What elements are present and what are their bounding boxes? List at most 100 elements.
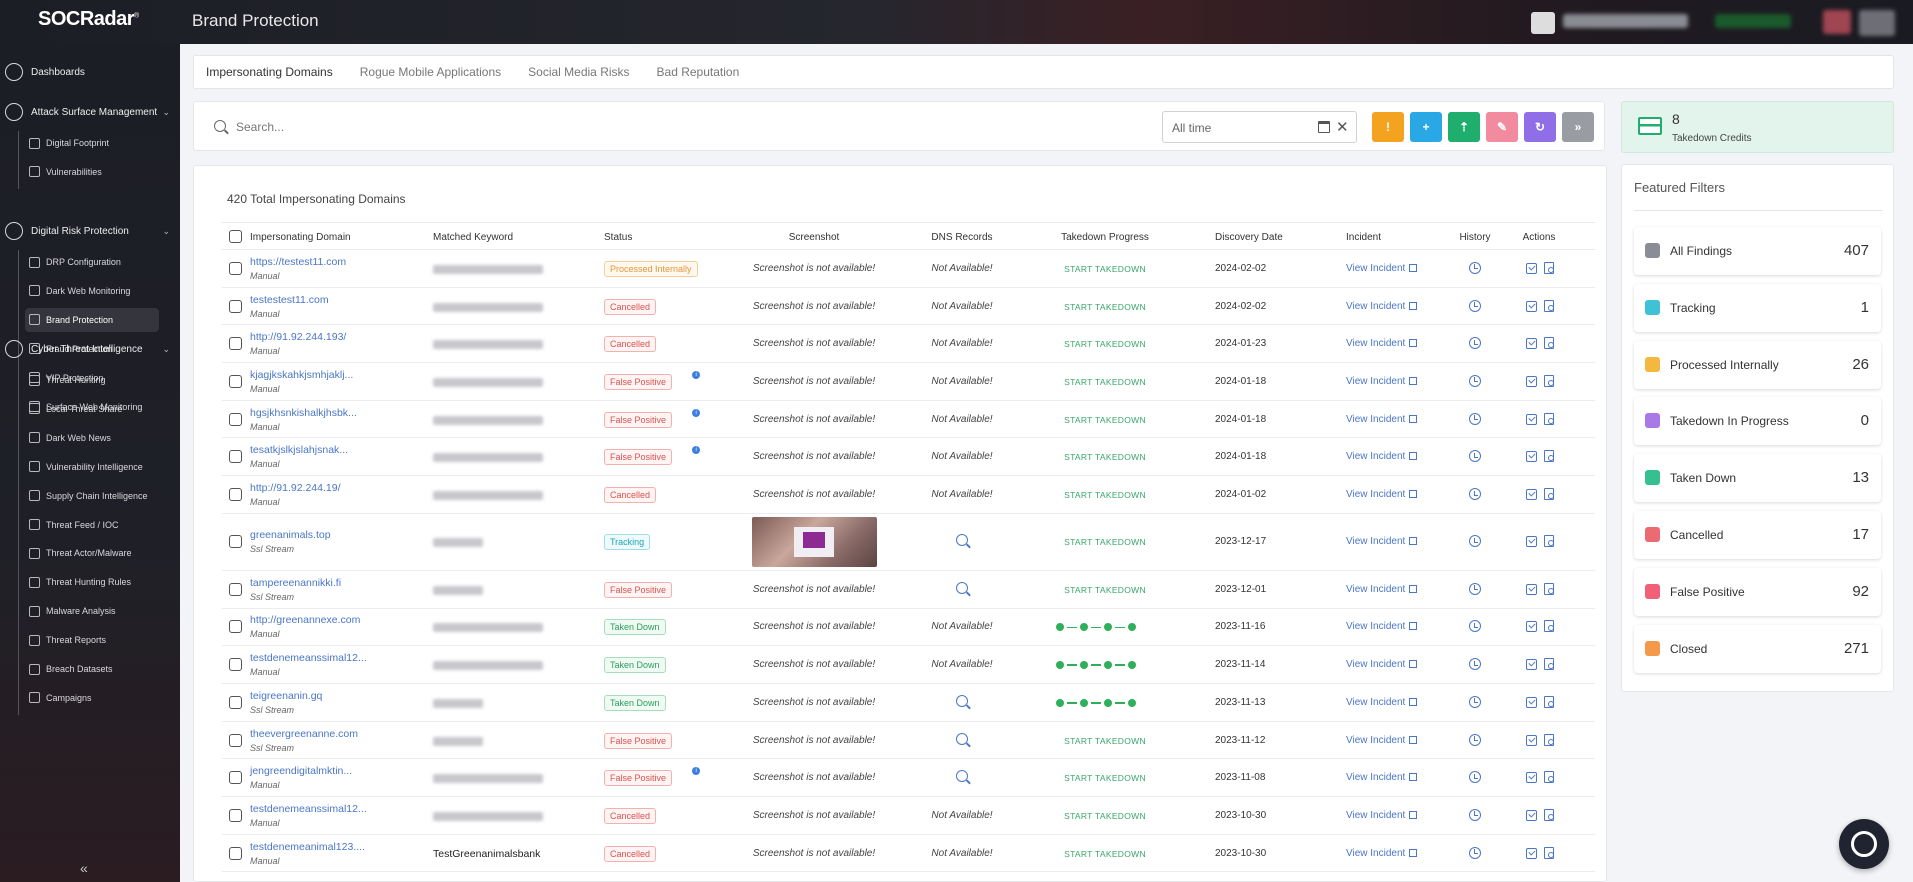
mark-reviewed-icon[interactable]: [1526, 621, 1537, 633]
sidebar-item-vulnerability-intelligence[interactable]: Vulnerability Intelligence: [25, 455, 159, 479]
document-search-icon[interactable]: [1544, 299, 1554, 312]
tab-impersonating-domains[interactable]: Impersonating Domains: [206, 65, 333, 79]
document-search-icon[interactable]: [1544, 695, 1554, 708]
dns-zoom-icon[interactable]: [956, 732, 968, 745]
mark-reviewed-icon[interactable]: [1526, 262, 1537, 274]
row-checkbox[interactable]: [229, 374, 242, 388]
domain-link[interactable]: testestest11.com: [250, 294, 329, 306]
row-checkbox[interactable]: [229, 808, 242, 822]
domain-link[interactable]: testdenemeanimal123....: [250, 841, 365, 853]
date-range-picker[interactable]: All time ✕: [1162, 111, 1357, 143]
chevron-down-icon[interactable]: ⌄: [162, 107, 170, 118]
row-checkbox[interactable]: [229, 733, 242, 747]
mark-reviewed-icon[interactable]: [1526, 583, 1537, 595]
settings-icon[interactable]: [1859, 10, 1895, 36]
domain-link[interactable]: jengreendigitalmktin...: [250, 765, 352, 777]
expand-button[interactable]: »: [1562, 112, 1594, 142]
sidebar-item-supply-chain-intelligence[interactable]: Supply Chain Intelligence: [25, 484, 159, 508]
column-header-screenshot[interactable]: Screenshot: [789, 232, 840, 243]
sidebar-item-vulnerabilities[interactable]: Vulnerabilities: [25, 160, 159, 184]
sidebar-item-threat-actor-malware[interactable]: Threat Actor/Malware: [25, 541, 159, 565]
row-checkbox[interactable]: [229, 658, 242, 672]
info-icon[interactable]: i: [692, 446, 701, 455]
mark-reviewed-icon[interactable]: [1526, 338, 1537, 350]
mark-reviewed-icon[interactable]: [1526, 659, 1537, 671]
filter-processed-internally[interactable]: Processed Internally 26: [1634, 340, 1881, 389]
document-search-icon[interactable]: [1544, 733, 1554, 746]
sidebar-item-local-threat-share[interactable]: Local Threat Share: [25, 397, 159, 421]
column-header-actions[interactable]: Actions: [1523, 232, 1556, 243]
document-search-icon[interactable]: [1544, 412, 1554, 425]
column-header-impersonating-domain[interactable]: Impersonating Domain: [250, 232, 351, 243]
column-header-incident[interactable]: Incident: [1346, 232, 1381, 243]
row-checkbox[interactable]: [229, 337, 242, 351]
start-takedown-button[interactable]: START TAKEDOWN: [1064, 490, 1146, 500]
column-header-matched-keyword[interactable]: Matched Keyword: [433, 232, 513, 243]
dns-zoom-icon[interactable]: [956, 534, 968, 547]
start-takedown-button[interactable]: START TAKEDOWN: [1064, 264, 1146, 274]
tab-rogue-mobile-applications[interactable]: Rogue Mobile Applications: [360, 65, 501, 79]
document-search-icon[interactable]: [1544, 582, 1554, 595]
history-icon[interactable]: [1469, 261, 1481, 274]
sidebar-item-dark-web-monitoring[interactable]: Dark Web Monitoring: [25, 279, 159, 303]
document-search-icon[interactable]: [1544, 488, 1554, 501]
view-incident-link[interactable]: View Incident: [1346, 263, 1418, 274]
history-icon[interactable]: [1469, 620, 1481, 633]
mark-reviewed-icon[interactable]: [1526, 451, 1537, 463]
sidebar-section-digital-risk-protection[interactable]: Digital Risk Protection ⌄: [0, 217, 180, 245]
domain-link[interactable]: http://91.92.244.19/: [250, 482, 341, 494]
history-icon[interactable]: [1469, 582, 1481, 595]
history-icon[interactable]: [1469, 412, 1481, 425]
row-checkbox[interactable]: [229, 582, 242, 596]
history-icon[interactable]: [1469, 846, 1481, 859]
sidebar-item-brand-protection[interactable]: Brand Protection: [25, 307, 159, 332]
screenshot-thumbnail[interactable]: [752, 517, 877, 568]
select-all-checkbox[interactable]: [229, 230, 242, 243]
sidebar-item-drp-configuration[interactable]: DRP Configuration: [25, 250, 159, 274]
sidebar-item-dark-web-news[interactable]: Dark Web News: [25, 426, 159, 450]
view-incident-link[interactable]: View Incident: [1346, 414, 1418, 425]
sidebar-item-threat-reports[interactable]: Threat Reports: [25, 628, 159, 652]
filter-cancelled[interactable]: Cancelled 17: [1634, 511, 1881, 559]
view-incident-link[interactable]: View Incident: [1346, 301, 1418, 312]
info-button[interactable]: !: [1372, 112, 1404, 142]
document-search-icon[interactable]: [1544, 620, 1554, 633]
view-incident-link[interactable]: View Incident: [1346, 735, 1418, 746]
mark-reviewed-icon[interactable]: [1526, 847, 1537, 859]
mark-reviewed-icon[interactable]: [1526, 696, 1537, 708]
info-icon[interactable]: i: [692, 408, 701, 417]
history-icon[interactable]: [1469, 771, 1481, 784]
filter-false-positive[interactable]: False Positive 92: [1634, 567, 1881, 616]
history-icon[interactable]: [1469, 450, 1481, 463]
view-incident-link[interactable]: View Incident: [1346, 338, 1418, 349]
domain-link[interactable]: greenanimals.top: [250, 529, 331, 541]
tab-bad-reputation[interactable]: Bad Reputation: [657, 65, 740, 79]
upload-button[interactable]: ⇡: [1448, 112, 1480, 142]
filter-all-findings[interactable]: All Findings 407: [1634, 227, 1881, 275]
history-icon[interactable]: [1469, 374, 1481, 387]
row-checkbox[interactable]: [229, 695, 242, 709]
view-incident-link[interactable]: View Incident: [1346, 451, 1418, 462]
view-incident-link[interactable]: View Incident: [1346, 489, 1418, 500]
domain-link[interactable]: http://91.92.244.193/: [250, 331, 346, 343]
start-takedown-button[interactable]: START TAKEDOWN: [1064, 811, 1146, 821]
user-name-redacted[interactable]: [1563, 14, 1688, 28]
history-icon[interactable]: [1469, 658, 1481, 671]
history-icon[interactable]: [1469, 695, 1481, 708]
domain-link[interactable]: https://testest11.com: [250, 256, 346, 268]
collapse-sidebar-icon[interactable]: «: [80, 860, 88, 876]
domain-link[interactable]: tesatkjslkjslahjsnak...: [250, 444, 348, 456]
column-header-dns-records[interactable]: DNS Records: [931, 232, 992, 243]
sidebar-item-threat-feed-ioc[interactable]: Threat Feed / IOC: [25, 513, 159, 537]
dns-zoom-icon[interactable]: [956, 770, 968, 783]
start-takedown-button[interactable]: START TAKEDOWN: [1064, 377, 1146, 387]
dns-zoom-icon[interactable]: [956, 694, 968, 707]
column-header-discovery-date[interactable]: Discovery Date: [1215, 232, 1283, 243]
column-header-history[interactable]: History: [1459, 232, 1490, 243]
mark-reviewed-icon[interactable]: [1526, 300, 1537, 312]
domain-link[interactable]: theevergreenanne.com: [250, 728, 358, 740]
history-icon[interactable]: [1469, 535, 1481, 548]
view-incident-link[interactable]: View Incident: [1346, 772, 1418, 783]
sidebar-item-breach-datasets[interactable]: Breach Datasets: [25, 657, 159, 681]
row-checkbox[interactable]: [229, 261, 242, 275]
